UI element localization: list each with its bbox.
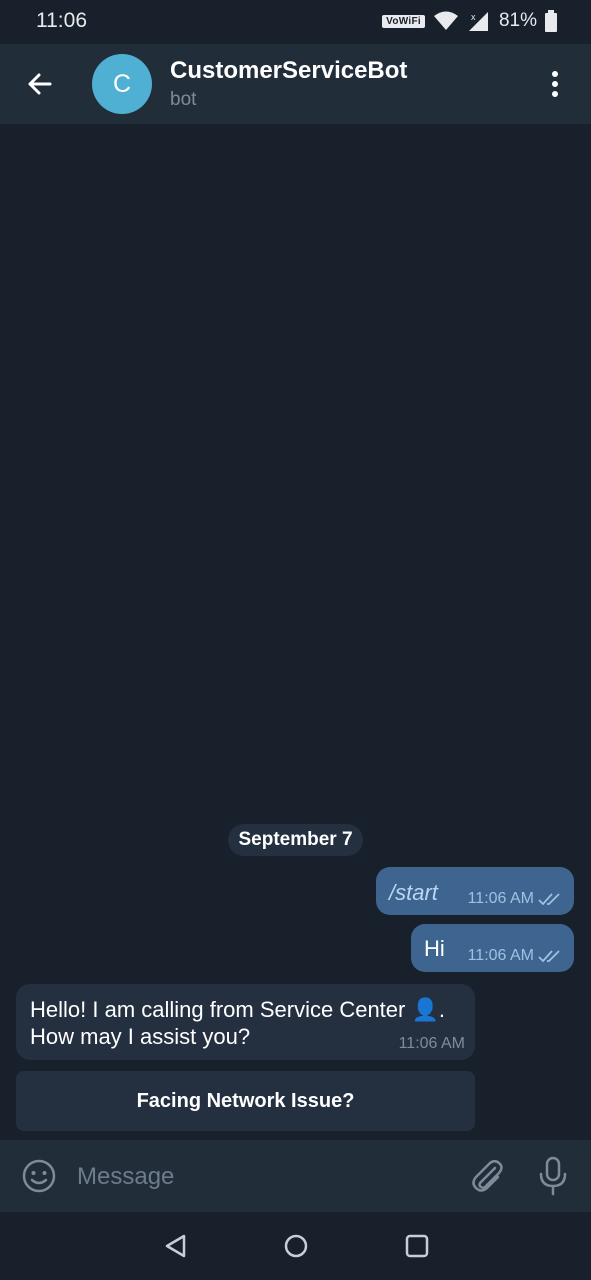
triangle-back-icon (165, 1234, 186, 1258)
nav-recents-button[interactable] (403, 1232, 431, 1260)
outgoing-message[interactable]: Hi 11:06 AM (411, 924, 574, 972)
nav-home-button[interactable] (282, 1232, 310, 1260)
message-composer (0, 1140, 591, 1212)
microphone-icon (539, 1156, 567, 1196)
nav-back-button[interactable] (162, 1232, 190, 1260)
message-text-line-2: How may I assist you? (30, 1024, 251, 1049)
double-check-icon (538, 893, 560, 906)
vowifi-badge: VoWiFi (382, 14, 425, 28)
message-text-line-1: Hello! I am calling from Service Center … (30, 997, 445, 1022)
status-time: 11:06 (36, 9, 87, 32)
chat-subtitle: bot (170, 89, 197, 110)
message-meta: 11:06 AM (468, 890, 564, 908)
square-recents-icon (405, 1234, 429, 1258)
date-separator: September 7 (228, 824, 363, 856)
incoming-message[interactable]: Hello! I am calling from Service Center … (16, 984, 475, 1060)
more-options-button[interactable] (541, 68, 569, 102)
wifi-icon (433, 11, 458, 30)
message-input[interactable] (75, 1156, 449, 1198)
battery-icon (545, 10, 557, 32)
message-text: /start (389, 880, 438, 905)
message-text: Hi (424, 936, 445, 961)
status-bar: 11:06 VoWiFi x 81% (0, 0, 591, 44)
paperclip-icon (472, 1160, 503, 1192)
inline-keyboard-button[interactable]: Facing Network Issue? (16, 1071, 475, 1131)
status-icons: VoWiFi x 81% (382, 10, 557, 32)
message-meta: 11:06 AM (468, 947, 564, 965)
message-time: 11:06 AM (467, 947, 534, 964)
chat-title[interactable]: CustomerServiceBot (170, 57, 407, 85)
avatar[interactable]: C (92, 54, 152, 114)
emoji-button[interactable] (20, 1157, 58, 1195)
attach-button[interactable] (468, 1156, 506, 1196)
arrow-left-icon (28, 73, 52, 95)
battery-percent: 81% (498, 10, 537, 31)
chat-header: C CustomerServiceBot bot (0, 44, 591, 124)
circle-home-icon (284, 1234, 308, 1258)
double-check-icon (538, 950, 560, 963)
back-button[interactable] (22, 66, 58, 102)
more-vertical-icon (552, 71, 558, 97)
outgoing-message[interactable]: /start 11:06 AM (376, 867, 574, 915)
message-time: 11:06 AM (467, 890, 534, 907)
microphone-button[interactable] (536, 1155, 570, 1197)
smiley-icon (22, 1159, 56, 1193)
message-time: 11:06 AM (398, 1035, 465, 1052)
system-nav-bar (0, 1212, 591, 1280)
cell-signal-icon: x (468, 12, 488, 31)
svg-text:x: x (471, 12, 476, 22)
